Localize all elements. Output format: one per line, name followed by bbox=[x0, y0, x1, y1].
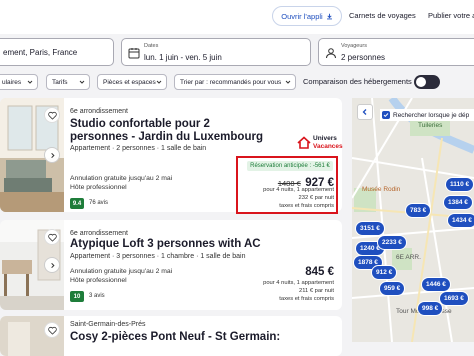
favorite-button[interactable] bbox=[44, 322, 60, 338]
map-price-pin[interactable]: 1384 € bbox=[444, 196, 472, 209]
dates-label: Dates bbox=[144, 43, 159, 49]
listing-location: 6e arrondissement bbox=[70, 230, 128, 237]
cancellation-info: Annulation gratuite jusqu'au 2 mai bbox=[70, 268, 173, 275]
house-logo-icon bbox=[297, 136, 311, 149]
heart-icon bbox=[47, 326, 57, 335]
sort-select[interactable]: Trier par : recommandés pour vous bbox=[174, 74, 296, 90]
brand-name-bottom: Vacances bbox=[313, 143, 343, 150]
map-price-pin[interactable]: 998 € bbox=[418, 302, 443, 315]
listing-title[interactable]: Cosy 2-pièces Pont Neuf - St Germain: bbox=[70, 331, 340, 344]
download-icon bbox=[326, 13, 332, 19]
map-label-musee-rodin: Musée Rodin bbox=[362, 186, 401, 193]
filter-chip-popular[interactable]: ulaires bbox=[0, 74, 38, 90]
listing-card[interactable]: 6e arrondissement Atypique Loft 3 person… bbox=[0, 220, 342, 310]
chevron-down-icon bbox=[285, 80, 291, 84]
map-price-pin[interactable]: 1434 € bbox=[448, 214, 474, 227]
rating-badge: 10 bbox=[70, 291, 84, 302]
map-price-pin[interactable]: 1693 € bbox=[440, 292, 468, 305]
listing-card[interactable]: 6e arrondissement Studio confortable pou… bbox=[0, 98, 343, 214]
host-info: Hôte professionnel bbox=[70, 184, 127, 191]
review-count: 3 avis bbox=[89, 293, 105, 299]
map-label-6e-arr: 6E ARR. bbox=[396, 254, 421, 261]
filter-chip-label: Tarifs bbox=[52, 78, 68, 86]
price-per-night: 211 € par nuit bbox=[298, 288, 334, 294]
open-app-label: Ouvrir l'appli bbox=[281, 11, 323, 21]
chevron-down-icon bbox=[79, 80, 85, 84]
listing-title[interactable]: Studio confortable pour 2 personnes - Ja… bbox=[70, 118, 270, 144]
price-description: pour 4 nuits, 1 appartement bbox=[263, 187, 334, 193]
map[interactable]: Tuileries Musée Rodin 6E ARR. Tour Montp… bbox=[352, 98, 474, 342]
open-app-button[interactable]: Ouvrir l'appli bbox=[272, 6, 342, 26]
listing-location: 6e arrondissement bbox=[70, 108, 128, 115]
person-icon bbox=[326, 48, 336, 59]
review-count: 76 avis bbox=[89, 200, 109, 206]
map-expand-button[interactable] bbox=[357, 104, 373, 120]
listing-title[interactable]: Atypique Loft 3 personnes with AC bbox=[70, 238, 310, 251]
favorite-button[interactable] bbox=[44, 107, 60, 123]
listing-location: Saint-Germain-des-Prés bbox=[70, 321, 146, 328]
price-description: pour 4 nuits, 1 appartement bbox=[263, 280, 334, 286]
map-price-pin[interactable]: 3151 € bbox=[356, 222, 384, 235]
filter-chip-rooms[interactable]: Pièces et espaces bbox=[97, 74, 167, 90]
map-search-toggle-label: Rechercher lorsque je dép bbox=[393, 111, 470, 119]
chevron-right-icon bbox=[50, 262, 55, 268]
map-price-pin[interactable]: 783 € bbox=[406, 204, 431, 217]
early-booking-badge: Réservation anticipée : -561 € bbox=[247, 161, 333, 171]
map-price-pin[interactable]: 1110 € bbox=[446, 178, 474, 191]
map-price-pin[interactable]: 1446 € bbox=[422, 278, 450, 291]
brand-logo: Univers Vacances bbox=[297, 134, 343, 154]
filter-chip-label: ulaires bbox=[2, 78, 22, 86]
guests-value: 2 personnes bbox=[341, 53, 386, 62]
dates-value: lun. 1 juin - ven. 5 juin bbox=[144, 53, 222, 62]
dates-field[interactable]: Dates lun. 1 juin - ven. 5 juin bbox=[121, 38, 311, 66]
map-price-pin[interactable]: 2233 € bbox=[378, 236, 406, 249]
guests-label: Voyageurs bbox=[341, 43, 367, 49]
next-photo-button[interactable] bbox=[44, 147, 60, 163]
top-bar: Ouvrir l'appli Carnets de voyages Publie… bbox=[0, 0, 474, 34]
chevron-down-icon bbox=[156, 80, 162, 84]
map-search-toggle[interactable]: Rechercher lorsque je dép bbox=[380, 109, 474, 121]
listing-card[interactable]: Saint-Germain-des-Prés Cosy 2-pièces Pon… bbox=[0, 316, 342, 356]
travel-notebooks-link[interactable]: Carnets de voyages bbox=[349, 11, 416, 20]
sort-label: Trier par : recommandés pour vous bbox=[180, 78, 282, 86]
compare-label: Comparaison des hébergements bbox=[303, 77, 412, 86]
next-photo-button[interactable] bbox=[44, 257, 60, 273]
host-info: Hôte professionnel bbox=[70, 277, 127, 284]
brand-name-top: Univers bbox=[313, 135, 337, 142]
list-property-link[interactable]: Publier votre ann bbox=[428, 11, 474, 20]
current-price: 845 € bbox=[305, 266, 334, 278]
chevron-left-icon bbox=[362, 109, 367, 115]
guests-field[interactable]: Voyageurs 2 personnes bbox=[318, 38, 474, 66]
price-fees: taxes et frais compris bbox=[279, 203, 334, 209]
filter-chip-label: Pièces et espaces bbox=[103, 78, 156, 86]
rating-badge: 9.4 bbox=[70, 198, 84, 209]
destination-field[interactable]: ement, Paris, France bbox=[0, 38, 114, 66]
map-price-pin[interactable]: 959 € bbox=[380, 282, 405, 295]
calendar-icon bbox=[128, 48, 140, 59]
cancellation-info: Annulation gratuite jusqu'au 2 mai bbox=[70, 175, 173, 182]
price-fees: taxes et frais compris bbox=[279, 296, 334, 302]
compare-toggle[interactable] bbox=[414, 75, 440, 89]
chevron-right-icon bbox=[50, 152, 55, 158]
price-per-night: 232 € par nuit bbox=[298, 195, 334, 201]
heart-icon bbox=[47, 111, 57, 120]
listing-details: Appartement · 2 personnes · 1 salle de b… bbox=[70, 145, 207, 152]
heart-icon bbox=[47, 233, 57, 242]
filter-chip-prices[interactable]: Tarifs bbox=[46, 74, 90, 90]
map-price-pin[interactable]: 912 € bbox=[372, 266, 397, 279]
checkbox-checked-icon bbox=[382, 111, 390, 119]
destination-value: ement, Paris, France bbox=[3, 48, 78, 57]
listing-details: Appartement · 3 personnes · 1 chambre · … bbox=[70, 253, 246, 260]
map-label-tuileries: Tuileries bbox=[418, 122, 443, 129]
chevron-down-icon bbox=[27, 80, 33, 84]
favorite-button[interactable] bbox=[44, 229, 60, 245]
toggle-knob bbox=[416, 77, 426, 87]
